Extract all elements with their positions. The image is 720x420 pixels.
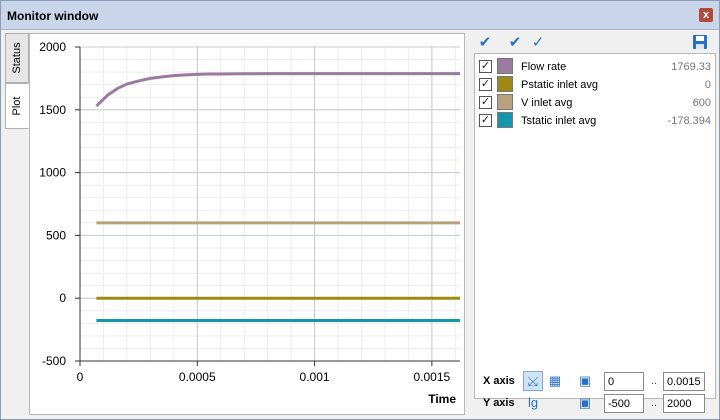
y-tick-label: 1500	[39, 103, 66, 117]
legend-panel: ✔ ✔ ✓ ✓ Flow rate 1769.33 ✓ Pstatic inle…	[471, 33, 717, 415]
y-axis-controls: Y axis lg ▣ ..	[471, 393, 717, 413]
y-tick-label: -500	[42, 354, 66, 368]
x-axis-controls: X axis ⤩ ▦ ▣ ..	[471, 371, 717, 391]
legend-list: ✓ Flow rate 1769.33 ✓ Pstatic inlet avg …	[474, 53, 716, 399]
legend-item[interactable]: ✓ Tstatic inlet avg -178.394	[475, 112, 715, 130]
legend-value: 600	[692, 97, 711, 109]
monitor-window: Monitor window x Status Plot -500 0 500 100…	[0, 0, 720, 420]
vertical-tabs: Status Plot	[5, 33, 29, 153]
legend-label: Pstatic inlet avg	[521, 79, 599, 91]
legend-swatch	[497, 76, 513, 92]
x-axis-max-input[interactable]	[663, 372, 705, 391]
y-tick-label: 0	[59, 291, 66, 305]
y-axis-min-input[interactable]	[604, 394, 644, 413]
title-bar: Monitor window x	[1, 1, 719, 30]
legend-checkbox[interactable]: ✓	[479, 114, 492, 127]
window-title: Monitor window	[7, 9, 99, 23]
x-axis-title: Time	[428, 392, 456, 406]
y-axis-label: Y axis	[483, 397, 515, 409]
series-line	[95, 72, 460, 108]
legend-checkbox[interactable]: ✓	[479, 78, 492, 91]
x-tick-label: 0.0005	[179, 370, 216, 384]
x-tick-label: 0.001	[300, 370, 330, 384]
y-tick-label: 500	[46, 228, 66, 242]
legend-swatch	[497, 94, 513, 110]
check-icon[interactable]: ✔	[506, 34, 524, 52]
y-tick-label: 2000	[39, 40, 66, 54]
legend-label: Flow rate	[521, 61, 567, 73]
y-tick-label: 1000	[39, 166, 66, 180]
tab-plot-label: Plot	[11, 96, 23, 116]
tab-status[interactable]: Status	[5, 33, 29, 83]
x-tick-label: 0	[77, 370, 84, 384]
x-tick-label: 0.0015	[414, 370, 451, 384]
y-axis-log-icon[interactable]: lg	[523, 393, 543, 413]
legend-value: 1769.33	[671, 61, 711, 73]
chart: -500 0 500 1000 1500 2000 0 0.0005 0.001 0.0015 Ti…	[39, 40, 460, 406]
legend-checkbox[interactable]: ✓	[479, 96, 492, 109]
close-icon[interactable]: x	[699, 8, 713, 22]
x-axis-fit-icon[interactable]: ▣	[575, 371, 595, 391]
legend-item[interactable]: ✓ Pstatic inlet avg 0	[475, 76, 715, 94]
legend-label: Tstatic inlet avg	[521, 115, 597, 127]
save-icon[interactable]	[691, 34, 709, 52]
legend-item[interactable]: ✓ V inlet avg 600	[475, 94, 715, 112]
legend-value: 0	[704, 79, 711, 91]
x-axis-label: X axis	[483, 375, 515, 387]
x-axis-pan-icon[interactable]: ⤩	[523, 371, 543, 391]
legend-value: -178.394	[667, 115, 711, 127]
x-axis-zoom-icon[interactable]: ▦	[545, 371, 565, 391]
legend-swatch	[497, 112, 513, 128]
check-all-icon[interactable]: ✔	[476, 34, 494, 52]
plot-area[interactable]: -500 0 500 1000 1500 2000 0 0.0005 0.001 0.0015 Ti…	[29, 33, 465, 415]
uncheck-icon[interactable]: ✓	[529, 34, 547, 52]
y-axis-range-sep: ..	[651, 397, 658, 409]
legend-label: V inlet avg	[521, 97, 573, 109]
legend-checkbox[interactable]: ✓	[479, 60, 492, 73]
x-axis-range-sep: ..	[651, 375, 658, 387]
x-axis-min-input[interactable]	[604, 372, 644, 391]
tab-status-label: Status	[11, 42, 23, 74]
y-axis-fit-icon[interactable]: ▣	[575, 393, 595, 413]
legend-swatch	[497, 58, 513, 74]
legend-item[interactable]: ✓ Flow rate 1769.33	[475, 58, 715, 76]
tab-plot[interactable]: Plot	[5, 83, 29, 129]
y-axis-max-input[interactable]	[663, 394, 705, 413]
legend-toolbar: ✔ ✔ ✓	[471, 33, 717, 53]
